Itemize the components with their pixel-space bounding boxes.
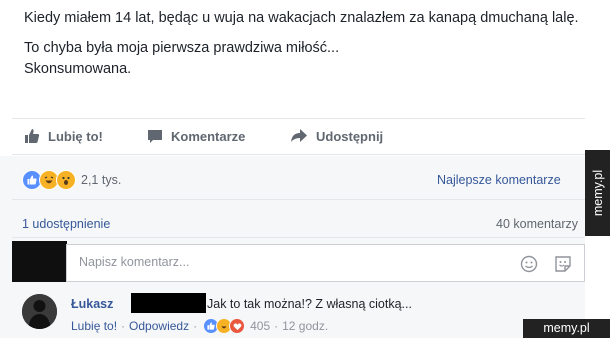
post-text: Kiedy miałem 14 lat, będąc u wuja na wak…: [24, 8, 584, 80]
watermark-bottom: memy.pl: [523, 319, 610, 338]
comment-timestamp[interactable]: 12 godz.: [282, 319, 328, 333]
like-label: Lubię to!: [48, 128, 103, 144]
emoji-icon[interactable]: [519, 254, 539, 274]
separator-dot: ·: [274, 319, 279, 333]
commenter-name[interactable]: Łukasz: [71, 297, 113, 311]
watermark-side-text: memy.pl: [590, 169, 605, 217]
comment-meta: Lubię to! · Odpowiedz · 405 · 12 godz.: [71, 318, 328, 334]
comment-reply-link[interactable]: Odpowiedz: [129, 319, 189, 333]
comment-reactions[interactable]: [203, 318, 246, 334]
redacted-surname: [131, 293, 206, 313]
comment-composer[interactable]: [66, 244, 585, 282]
person-silhouette-icon: [22, 294, 57, 329]
comment-button[interactable]: Komentarze: [147, 128, 245, 144]
post-line-1: Kiedy miałem 14 lat, będąc u wuja na wak…: [24, 10, 579, 26]
watermark-side: memy.pl: [585, 150, 610, 236]
action-bar: Lubię to! Komentarze Udostępnij: [12, 124, 585, 152]
comments-count[interactable]: 40 komentarzy: [496, 217, 578, 231]
comment-text: Jak to tak można!? Z własną ciotką...: [207, 297, 412, 311]
divider: [12, 154, 585, 155]
heart-icon: [229, 318, 246, 334]
post-line-2: To chyba była moja pierwsza prawdziwa mi…: [24, 40, 340, 56]
wow-icon: [56, 170, 76, 190]
divider: [12, 237, 585, 238]
thumbs-up-icon: [25, 129, 40, 143]
separator-dot: ·: [121, 319, 126, 333]
like-button[interactable]: Lubię to!: [24, 128, 103, 144]
sort-comments-dropdown[interactable]: Najlepsze komentarze: [437, 173, 561, 187]
comment-reaction-count: 405: [250, 319, 271, 333]
comment-like-link[interactable]: Lubię to!: [71, 319, 117, 333]
post-line-3: Skonsumowana.: [24, 61, 132, 77]
comment-bubble-icon: [148, 130, 162, 143]
share-button[interactable]: Udostępnij: [290, 128, 383, 144]
share-arrow-icon: [291, 129, 307, 142]
separator-dot: ·: [193, 319, 198, 333]
share-label: Udostępnij: [316, 128, 384, 144]
shares-link[interactable]: 1 udostępnienie: [22, 217, 110, 231]
reactions-summary[interactable]: 2,1 tys.: [22, 170, 121, 190]
comment-label: Komentarze: [171, 128, 246, 144]
comment-input[interactable]: [77, 254, 481, 270]
divider: [12, 118, 585, 119]
reactions-count: 2,1 tys.: [81, 173, 122, 187]
current-user-avatar: [12, 241, 67, 282]
commenter-avatar[interactable]: [22, 294, 57, 329]
divider: [12, 199, 585, 200]
sticker-icon[interactable]: [553, 254, 573, 274]
